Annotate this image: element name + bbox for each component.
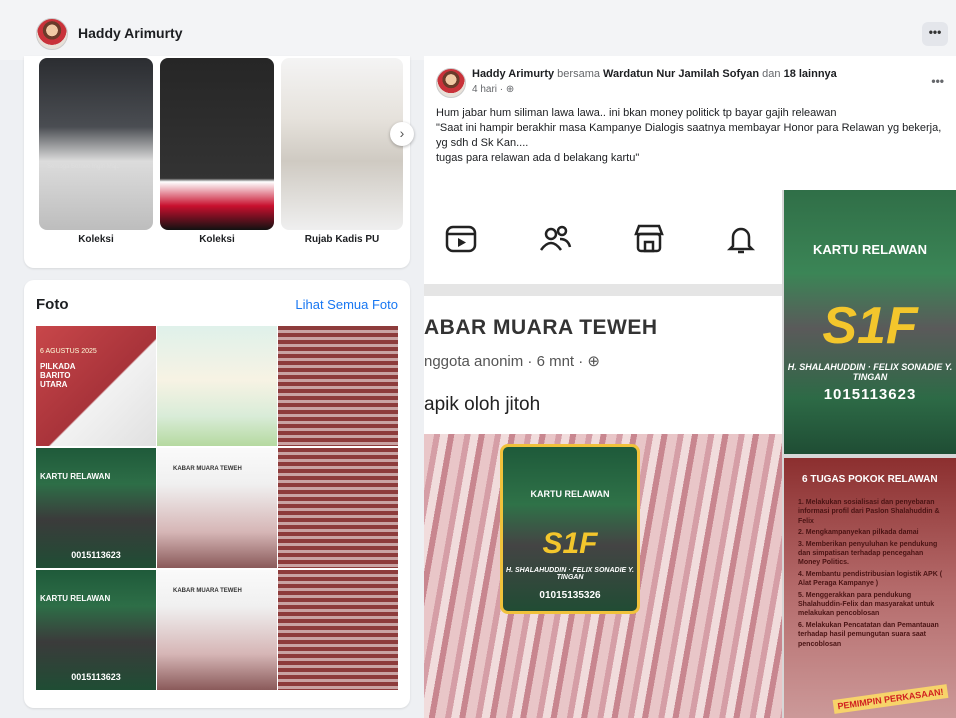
- photo-grid: 6 AGUSTUS 2025 PILKADA BARITO UTARA KART…: [36, 326, 398, 694]
- marketplace-icon: [634, 224, 664, 253]
- photo-caption: KARTU RELAWAN: [40, 472, 111, 481]
- post-text-line: tugas para relawan ada d belakang kartu": [436, 152, 640, 164]
- group-name: ABAR MUARA TEWEH: [424, 316, 658, 339]
- photo-caption: KARTU RELAWAN: [40, 594, 111, 603]
- photo-thumbnail[interactable]: [278, 326, 398, 446]
- highlight-thumbnail[interactable]: Semoga Borneo Ingin Maju: [39, 58, 153, 230]
- photo-thumbnail[interactable]: KABAR MUARA TEWEH: [157, 570, 277, 690]
- highlight-caption: Semoga Borneo Ingin Maju: [47, 164, 120, 170]
- photo-date-text: 6 AGUSTUS 2025: [40, 348, 97, 355]
- volunteer-card-lanyard: KARTU RELAWAN S1F H. SHALAHUDDIN · FELIX…: [500, 444, 640, 614]
- reels-icon: [445, 225, 477, 253]
- friends-icon: [539, 225, 572, 251]
- duty-item: 5. Menggerakkan para pendukung Shalahudd…: [798, 591, 935, 618]
- post-text-line: "Saat ini hampir berakhir masa Kampanye …: [436, 122, 942, 149]
- see-all-photos-link[interactable]: Lihat Semua Foto: [295, 297, 398, 312]
- photo-thumbnail[interactable]: KABAR MUARA TEWEH: [157, 448, 277, 568]
- photos-title: Foto: [36, 296, 69, 313]
- post-tagged-name[interactable]: Wardatun Nur Jamilah Sofyan: [603, 68, 759, 80]
- divider: [424, 284, 782, 296]
- highlight-thumbnail[interactable]: [281, 58, 403, 230]
- photo-thumbnail[interactable]: 6 AGUSTUS 2025 PILKADA BARITO UTARA: [36, 326, 156, 446]
- photos-card: Foto Lihat Semua Foto 6 AGUSTUS 2025 PIL…: [24, 280, 410, 708]
- duty-item: 1. Melakukan sosialisasi dan penyebaran …: [798, 499, 940, 525]
- duties-slogan: PEMIMPIN PERKASAAN!: [832, 684, 949, 714]
- card-number: 01015135326: [539, 590, 601, 601]
- photo-thumbnail[interactable]: [278, 570, 398, 690]
- money-photo: KARTU RELAWAN S1F H. SHALAHUDDIN · FELIX…: [424, 434, 782, 718]
- bell-icon: [726, 227, 756, 254]
- duties-title: 6 TUGAS POKOK RELAWAN: [802, 474, 938, 485]
- highlight-label[interactable]: Koleksi: [160, 234, 274, 245]
- photo-thumbnail[interactable]: [157, 326, 277, 446]
- post-text: Hum jabar hum siliman lawa lawa.. ini bk…: [436, 106, 944, 166]
- group-meta: nggota anonim · 6 mnt · ⊕: [424, 353, 600, 370]
- duties-list: 1. Melakukan sosialisasi dan penyebaran …: [798, 498, 946, 651]
- post-with-word: bersama: [557, 68, 600, 80]
- duty-item: 4. Membantu pendistribusian logistik APK…: [798, 570, 943, 588]
- profile-header: Haddy Arimurty •••: [0, 0, 956, 60]
- photo-number: 0015113623: [71, 672, 121, 682]
- highlight-thumbnail[interactable]: [160, 58, 274, 230]
- group-post-text: apik oloh jitoh: [424, 394, 541, 415]
- photo-thumbnail[interactable]: KARTU RELAWAN 0015113623: [36, 448, 156, 568]
- card-logo-text: S1F: [542, 527, 598, 560]
- post-more-button[interactable]: •••: [931, 74, 944, 88]
- chevron-right-icon[interactable]: ›: [390, 122, 414, 146]
- highlight-label[interactable]: Koleksi: [39, 234, 153, 245]
- duty-item: 2. Mengkampanyekan pilkada damai: [798, 529, 919, 537]
- card-number: 1015113623: [823, 386, 917, 403]
- post-header: Haddy Arimurty bersama Wardatun Nur Jami…: [472, 68, 837, 80]
- card-candidate-names: H. SHALAHUDDIN · FELIX SONADIE Y. TINGAN: [787, 362, 953, 382]
- more-options-button[interactable]: •••: [922, 22, 948, 46]
- post-text-line: Hum jabar hum siliman lawa lawa.. ini bk…: [436, 107, 837, 119]
- volunteer-card-front: KARTU RELAWAN S1F H. SHALAHUDDIN · FELIX…: [784, 190, 956, 454]
- app-nav-bar: [424, 204, 782, 274]
- card-label: KARTU RELAWAN: [812, 242, 928, 257]
- duty-item: 6. Melakukan Pencatatan dan Pemantauan t…: [798, 621, 939, 648]
- card-label: KARTU RELAWAN: [530, 489, 610, 499]
- photo-thumbnail[interactable]: [278, 448, 398, 568]
- post-timestamp[interactable]: 4 hari · ⊕: [472, 84, 514, 95]
- highlight-label[interactable]: Rujab Kadis PU: [281, 234, 403, 245]
- post-author-avatar[interactable]: [436, 68, 466, 98]
- screenshot-panel: ABAR MUARA TEWEH nggota anonim · 6 mnt ·…: [424, 190, 782, 434]
- profile-name[interactable]: Haddy Arimurty: [78, 25, 183, 41]
- photo-caption: KABAR MUARA TEWEH: [173, 588, 242, 594]
- volunteer-card-back: 6 TUGAS POKOK RELAWAN 1. Melakukan sosia…: [784, 458, 956, 718]
- post-author-name[interactable]: Haddy Arimurty: [472, 68, 554, 80]
- photo-caption: KABAR MUARA TEWEH: [173, 466, 242, 472]
- highlights-card: Semoga Borneo Ingin Maju Koleksi Koleksi…: [24, 56, 414, 268]
- post-and-word: dan: [762, 68, 781, 80]
- photo-caption: PILKADA BARITO UTARA: [40, 362, 76, 389]
- post-image[interactable]: ABAR MUARA TEWEH nggota anonim · 6 mnt ·…: [424, 190, 956, 718]
- card-logo-text: S1F: [822, 297, 918, 355]
- post-card: Haddy Arimurty bersama Wardatun Nur Jami…: [424, 56, 956, 718]
- photo-number: 0015113623: [71, 550, 121, 560]
- card-candidate-names: H. SHALAHUDDIN · FELIX SONADIE Y. TINGAN: [506, 567, 634, 581]
- post-others-link[interactable]: 18 lainnya: [784, 68, 837, 80]
- duty-item: 3. Memberikan penyuluhan ke pendukung da…: [798, 540, 938, 567]
- profile-avatar[interactable]: [36, 18, 68, 50]
- photo-thumbnail[interactable]: KARTU RELAWAN 0015113623: [36, 570, 156, 690]
